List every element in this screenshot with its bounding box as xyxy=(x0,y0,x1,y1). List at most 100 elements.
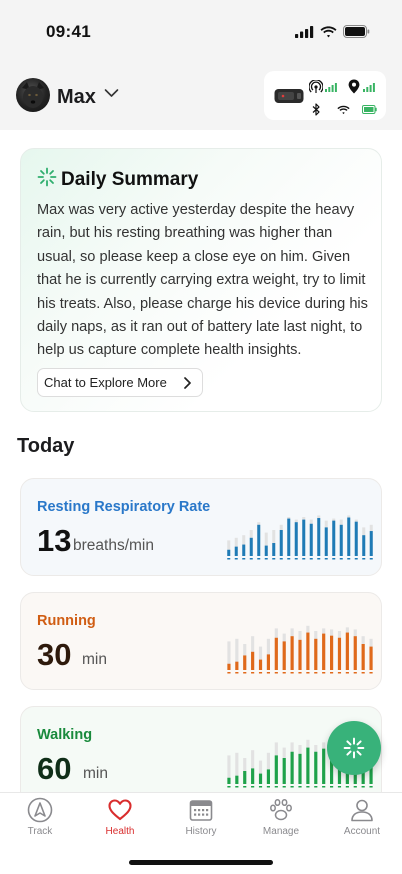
bar-tick xyxy=(302,558,306,560)
bar xyxy=(302,519,306,556)
person-icon xyxy=(351,799,373,822)
metric-unit: breaths/min xyxy=(73,537,154,554)
bar-tick xyxy=(227,558,231,560)
section-title-today: Today xyxy=(17,435,75,457)
metric-label: Walking xyxy=(37,727,93,743)
bar-tick xyxy=(243,786,247,788)
bar-tick xyxy=(251,786,255,788)
bar-tick xyxy=(369,558,373,560)
bar-tick xyxy=(257,558,261,560)
bar xyxy=(274,755,278,784)
metric-unit: min xyxy=(82,651,107,668)
status-icons xyxy=(295,25,370,38)
bar-tick xyxy=(294,558,298,560)
bar xyxy=(279,530,283,556)
bar xyxy=(235,775,239,784)
bar xyxy=(290,636,294,670)
cellular-signal-icon xyxy=(295,25,314,38)
metric-card-respiratory[interactable]: Resting Respiratory Rate 13 breaths/min xyxy=(20,478,382,576)
bar-tick xyxy=(369,672,373,674)
bar xyxy=(266,654,270,670)
bar-tick xyxy=(287,558,291,560)
bar xyxy=(369,531,373,556)
compass-icon xyxy=(27,797,53,823)
location-pin-icon xyxy=(348,79,360,94)
bar-tick xyxy=(266,672,270,674)
metric-value: 60 xyxy=(37,751,72,786)
bar-tick xyxy=(272,558,276,560)
daily-summary-card: Daily Summary Max was very active yester… xyxy=(20,148,382,412)
bar xyxy=(353,636,357,670)
bar xyxy=(298,753,302,784)
bar-tick xyxy=(235,786,239,788)
wifi-icon xyxy=(320,25,337,37)
bar xyxy=(339,524,343,556)
bar-tick xyxy=(330,786,334,788)
metric-label: Running xyxy=(37,613,96,629)
bar-tick xyxy=(339,558,343,560)
bar xyxy=(266,769,270,784)
status-time: 09:41 xyxy=(46,22,91,41)
bar xyxy=(354,521,358,556)
bar xyxy=(298,639,302,670)
bar xyxy=(324,527,328,556)
bar-tick xyxy=(298,786,302,788)
bar-tick xyxy=(345,786,349,788)
bar-tick xyxy=(243,672,247,674)
bar-tick xyxy=(282,672,286,674)
pet-name-selector[interactable]: Max xyxy=(57,86,96,109)
bar-tick xyxy=(258,672,263,674)
bar-tick xyxy=(249,558,253,560)
bar-tick xyxy=(362,558,366,560)
gps-signal-bars-icon xyxy=(363,83,375,92)
bar-tick xyxy=(258,786,263,788)
tab-track[interactable]: Track xyxy=(8,797,72,845)
bar-tick xyxy=(290,786,294,788)
bar xyxy=(362,535,366,556)
device-status-panel[interactable] xyxy=(264,71,386,120)
tab-manage[interactable]: Manage xyxy=(249,797,313,845)
bar-tick xyxy=(345,672,349,674)
tab-label: History xyxy=(185,826,217,837)
cellular-broadcast-icon xyxy=(309,80,323,93)
ai-assistant-fab[interactable] xyxy=(327,721,381,775)
bar-tick xyxy=(235,672,239,674)
tab-history[interactable]: History xyxy=(169,797,233,845)
pet-avatar[interactable] xyxy=(16,78,50,112)
device-battery-icon xyxy=(362,105,377,114)
metric-label: Resting Respiratory Rate xyxy=(37,499,211,515)
bar xyxy=(345,632,349,670)
chevron-down-icon[interactable] xyxy=(104,88,119,98)
chat-to-explore-button[interactable]: Chat to Explore More xyxy=(37,368,203,397)
bar-tick xyxy=(314,786,318,788)
bar xyxy=(282,758,286,784)
metric-value: 30 xyxy=(37,637,72,672)
tab-health[interactable]: Health xyxy=(88,797,152,845)
bar-tick xyxy=(306,672,310,674)
bar-tick xyxy=(354,558,358,560)
bar xyxy=(330,635,334,670)
bar xyxy=(287,518,291,556)
battery-icon xyxy=(343,25,370,38)
bar xyxy=(227,549,231,556)
bar-tick xyxy=(347,558,351,560)
bar xyxy=(242,544,246,556)
sparkle-icon xyxy=(343,737,365,759)
bar-tick xyxy=(242,558,246,560)
bar xyxy=(314,638,318,670)
bar xyxy=(227,663,231,670)
bar xyxy=(243,771,247,784)
metric-card-running[interactable]: Running 30 min xyxy=(20,592,382,690)
dog-photo-icon xyxy=(22,82,44,108)
signal-bars-icon xyxy=(325,83,337,92)
bar-tick xyxy=(251,672,255,674)
bar-tick xyxy=(330,672,334,674)
bar-tick xyxy=(306,786,310,788)
bar xyxy=(332,520,336,556)
bar xyxy=(347,517,351,556)
bar xyxy=(264,545,268,556)
bar xyxy=(227,777,231,784)
tab-account[interactable]: Account xyxy=(330,797,394,845)
bar xyxy=(322,633,326,670)
wifi-small-icon xyxy=(337,105,350,115)
